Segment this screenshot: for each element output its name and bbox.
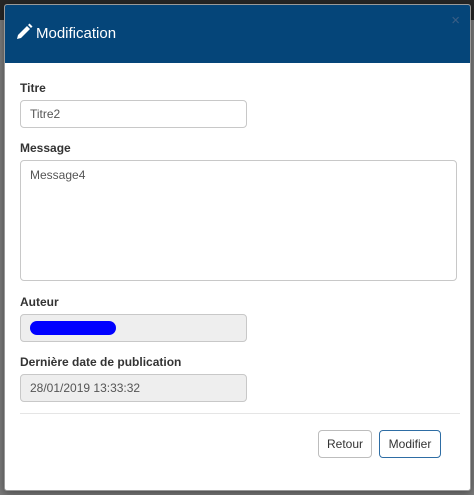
auteur-label: Auteur xyxy=(20,295,59,309)
titre-input[interactable] xyxy=(20,100,247,128)
message-label: Message xyxy=(20,141,71,155)
message-textarea[interactable]: Message4 xyxy=(20,160,457,281)
pencil-icon xyxy=(17,23,33,39)
modifier-button[interactable]: Modifier xyxy=(379,430,441,458)
dialog-header: Modification × xyxy=(5,5,470,63)
titre-label: Titre xyxy=(20,81,46,95)
retour-button[interactable]: Retour xyxy=(318,430,372,458)
derniere-date-label: Dernière date de publication xyxy=(20,355,182,369)
derniere-date-field: 28/01/2019 13:33:32 xyxy=(20,374,247,402)
dialog-title: Modification xyxy=(36,25,117,42)
footer-divider xyxy=(20,413,460,414)
close-icon[interactable]: × xyxy=(451,13,460,28)
modification-dialog: Modification × Titre Message Message4 Au… xyxy=(4,4,471,491)
auteur-redaction-mark xyxy=(30,321,116,335)
